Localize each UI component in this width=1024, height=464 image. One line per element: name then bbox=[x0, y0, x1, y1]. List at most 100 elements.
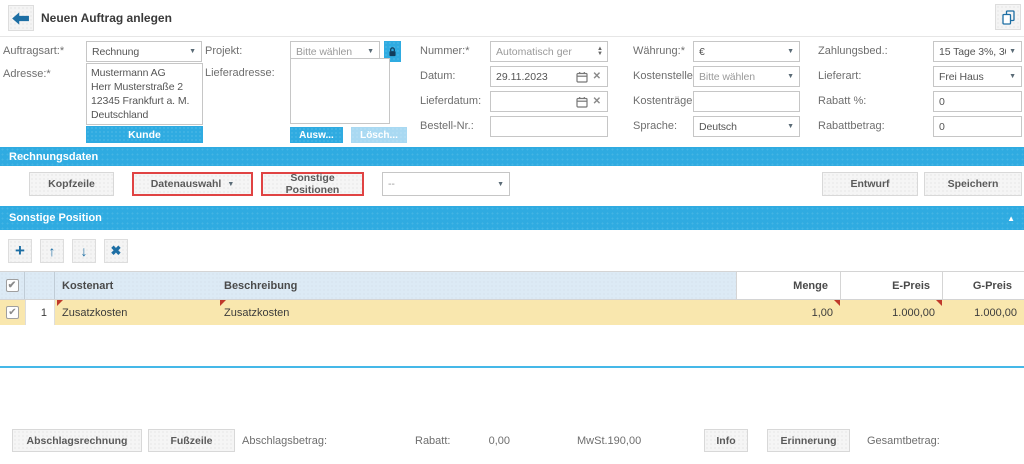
chevron-down-icon: ▼ bbox=[1009, 73, 1016, 80]
zahlungsbed-dropdown[interactable]: 15 Tage 3%, 30 T ▼ bbox=[933, 41, 1022, 62]
menge-cell-text: 1,00 bbox=[812, 307, 833, 319]
sprache-dropdown[interactable]: Deutsch ▼ bbox=[693, 116, 800, 137]
page-title: Neuen Auftrag anlegen bbox=[41, 11, 172, 25]
modified-cell-marker bbox=[57, 300, 63, 306]
collapse-section-icon[interactable]: ▲ bbox=[1007, 214, 1015, 223]
position-type-dropdown[interactable]: -- ▼ bbox=[382, 172, 510, 196]
datum-field[interactable]: ✕ bbox=[490, 66, 608, 87]
sonstige-position-section-title: Sonstige Position bbox=[9, 212, 102, 224]
positions-table-header: ✔ Kostenart Beschreibung Menge E-Preis G… bbox=[0, 271, 1024, 300]
waehrung-dropdown[interactable]: € ▼ bbox=[693, 41, 800, 62]
check-icon: ✔ bbox=[8, 281, 16, 291]
lieferdatum-label: Lieferdatum: bbox=[420, 91, 481, 112]
row-checkbox[interactable]: ✔ bbox=[6, 306, 19, 319]
erinnerung-button[interactable]: Erinnerung bbox=[767, 429, 850, 452]
lieferadresse-loeschen-button[interactable]: Lösch... bbox=[351, 127, 407, 143]
sonstige-positionen-button[interactable]: Sonstige Positionen bbox=[261, 172, 364, 196]
clear-date-icon[interactable]: ✕ bbox=[593, 71, 601, 82]
copy-button[interactable] bbox=[995, 4, 1021, 30]
datenauswahl-button[interactable]: Datenauswahl ▼ bbox=[132, 172, 253, 196]
add-position-button[interactable]: + bbox=[8, 239, 32, 263]
rabatt-prozent-label: Rabatt %: bbox=[818, 91, 866, 112]
calendar-icon[interactable] bbox=[576, 96, 588, 108]
order-create-page: Neuen Auftrag anlegen Auftragsart:* Rech… bbox=[0, 0, 1024, 464]
delete-position-button[interactable]: ✖ bbox=[104, 239, 128, 263]
beschreibung-cell-text: Zusatzkosten bbox=[224, 307, 289, 319]
chevron-down-icon: ▼ bbox=[189, 48, 196, 55]
section-divider bbox=[0, 366, 1024, 368]
kostenart-cell-text: Zusatzkosten bbox=[62, 307, 127, 319]
gpreis-cell[interactable]: 1.000,00 bbox=[942, 300, 1024, 325]
back-button[interactable] bbox=[8, 5, 34, 31]
move-position-down-button[interactable]: ↓ bbox=[72, 239, 96, 263]
arrow-up-icon: ↑ bbox=[49, 243, 56, 259]
beschreibung-cell[interactable]: Zusatzkosten bbox=[218, 300, 736, 325]
sprache-label: Sprache: bbox=[633, 116, 677, 137]
waehrung-value: € bbox=[699, 46, 784, 58]
lieferdatum-field[interactable]: ✕ bbox=[490, 91, 608, 112]
auftragsart-dropdown[interactable]: Rechnung ▼ bbox=[86, 41, 202, 62]
datenauswahl-label: Datenauswahl bbox=[151, 178, 222, 190]
adresse-textarea[interactable]: Mustermann AG Herr Musterstraße 2 12345 … bbox=[86, 63, 203, 125]
zahlungsbed-value: 15 Tage 3%, 30 T bbox=[939, 46, 1006, 58]
calendar-icon[interactable] bbox=[576, 71, 588, 83]
chevron-down-icon: ▼ bbox=[787, 123, 794, 130]
nummer-label: Nummer:* bbox=[420, 41, 470, 62]
lieferart-value: Frei Haus bbox=[939, 71, 1006, 83]
fusszeile-button[interactable]: Fußzeile bbox=[148, 429, 235, 452]
chevron-down-icon: ▼ bbox=[787, 73, 794, 80]
rabatt-value: 0,00 bbox=[445, 430, 510, 453]
kostentraeger-label: Kostenträger: bbox=[633, 91, 699, 112]
speichern-button[interactable]: Speichern bbox=[924, 172, 1022, 196]
rabattbetrag-input[interactable] bbox=[933, 116, 1022, 137]
datum-label: Datum: bbox=[420, 66, 455, 87]
chevron-down-icon: ▼ bbox=[367, 48, 374, 55]
mwst-value: MwSt.190,00 bbox=[577, 430, 641, 453]
zahlungsbed-label: Zahlungsbed.: bbox=[818, 41, 888, 62]
info-button[interactable]: Info bbox=[704, 429, 748, 452]
epreis-cell[interactable]: 1.000,00 bbox=[840, 300, 942, 325]
menge-column-header[interactable]: Menge bbox=[736, 272, 840, 299]
arrow-left-icon bbox=[12, 11, 30, 26]
row-number-column-header bbox=[25, 272, 55, 299]
number-stepper[interactable]: ▲ ▼ bbox=[597, 47, 603, 57]
nummer-field[interactable]: ▲ ▼ bbox=[490, 41, 608, 62]
lieferadresse-auswahl-button[interactable]: Ausw... bbox=[290, 127, 343, 143]
lieferdatum-input[interactable] bbox=[491, 92, 576, 111]
copy-pages-icon bbox=[1002, 10, 1015, 25]
check-icon: ✔ bbox=[8, 308, 16, 318]
gpreis-column-header[interactable]: G-Preis bbox=[942, 272, 1024, 299]
lieferart-dropdown[interactable]: Frei Haus ▼ bbox=[933, 66, 1022, 87]
epreis-cell-text: 1.000,00 bbox=[892, 307, 935, 319]
kostenstelle-label: Kostenstelle: bbox=[633, 66, 696, 87]
abschlagsrechnung-button[interactable]: Abschlagsrechnung bbox=[12, 429, 142, 452]
rechnungsdaten-section-bar: Rechnungsdaten bbox=[0, 147, 1024, 166]
beschreibung-column-header[interactable]: Beschreibung bbox=[218, 272, 736, 299]
kostentraeger-input[interactable] bbox=[693, 91, 800, 112]
move-position-up-button[interactable]: ↑ bbox=[40, 239, 64, 263]
kostenstelle-dropdown[interactable]: Bitte wählen ▼ bbox=[693, 66, 800, 87]
menge-cell[interactable]: 1,00 bbox=[736, 300, 840, 325]
kunde-button[interactable]: Kunde bbox=[86, 126, 203, 143]
gpreis-cell-text: 1.000,00 bbox=[974, 307, 1017, 319]
lieferadresse-label: Lieferadresse: bbox=[205, 63, 275, 84]
kopfzeile-button[interactable]: Kopfzeile bbox=[29, 172, 114, 196]
projekt-label: Projekt: bbox=[205, 41, 242, 62]
lieferadresse-textarea[interactable] bbox=[290, 58, 390, 124]
rabatt-prozent-input[interactable] bbox=[933, 91, 1022, 112]
position-table-row[interactable]: ✔ 1 Zusatzkosten Zusatzkosten 1,00 1.000… bbox=[0, 300, 1024, 325]
select-all-checkbox[interactable]: ✔ bbox=[6, 279, 19, 292]
kostenart-column-header[interactable]: Kostenart bbox=[55, 272, 218, 299]
plus-icon: + bbox=[15, 241, 25, 261]
kostenart-cell[interactable]: Zusatzkosten bbox=[55, 300, 218, 325]
datum-input[interactable] bbox=[491, 67, 576, 86]
entwurf-button[interactable]: Entwurf bbox=[822, 172, 918, 196]
bestellnr-input[interactable] bbox=[490, 116, 608, 137]
position-type-value: -- bbox=[388, 178, 494, 190]
lock-icon bbox=[388, 46, 397, 58]
abschlagsbetrag-label: Abschlagsbetrag: bbox=[242, 430, 327, 453]
projekt-value: Bitte wählen bbox=[296, 46, 364, 58]
nummer-input[interactable] bbox=[491, 42, 597, 61]
epreis-column-header[interactable]: E-Preis bbox=[840, 272, 942, 299]
clear-date-icon[interactable]: ✕ bbox=[593, 96, 601, 107]
